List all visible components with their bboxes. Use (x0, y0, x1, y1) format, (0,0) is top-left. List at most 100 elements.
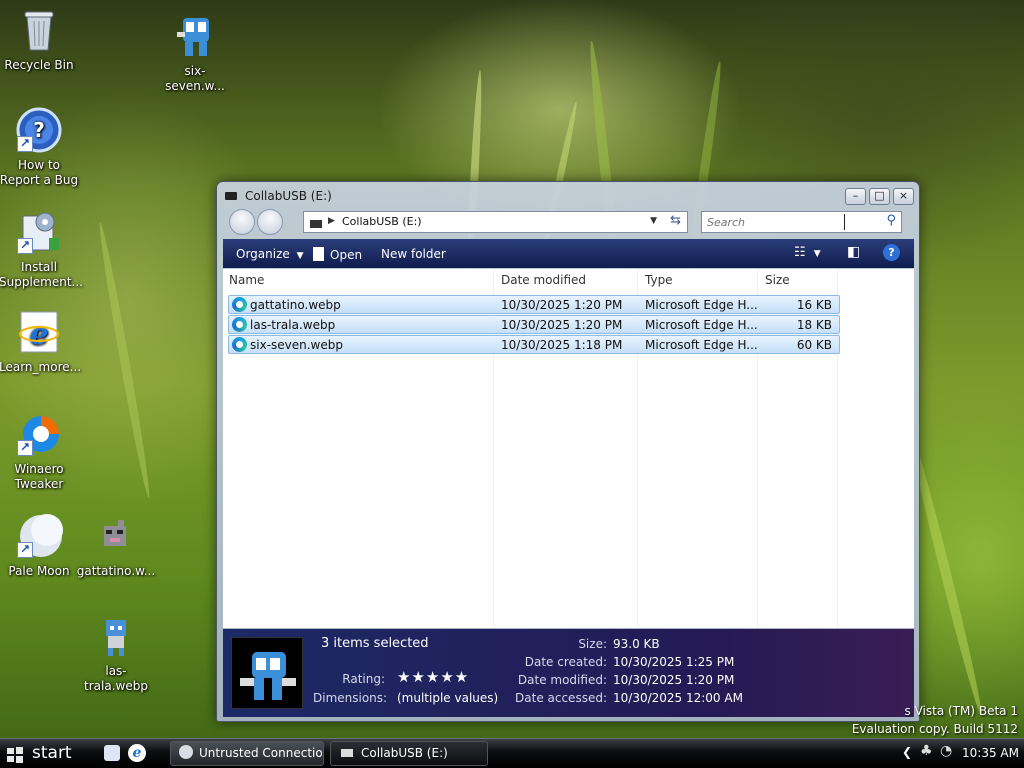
dimensions-value: (multiple values) (397, 691, 499, 705)
drive-icon (310, 220, 322, 228)
open-button[interactable]: Open (313, 247, 362, 262)
date-created-value: 10/30/2025 1:25 PM (613, 655, 735, 669)
search-box[interactable]: ⚲ (701, 211, 902, 233)
svg-text:e: e (29, 317, 48, 352)
shortcut-arrow-icon: ↗ (17, 238, 33, 254)
desktop-icon-label: six-seven.w... (165, 64, 225, 93)
network-icon[interactable]: ♣ (920, 743, 933, 759)
desktop-icon-pale-moon[interactable]: ↗ Pale Moon (0, 512, 79, 579)
column-header-size[interactable]: Size (759, 269, 839, 291)
document-icon (313, 247, 324, 261)
desktop-icon-las-trala[interactable]: las-trala.webp (76, 612, 156, 694)
file-type: Microsoft Edge H... (645, 298, 758, 312)
rating-label: Rating: (342, 672, 385, 686)
refresh-icon[interactable]: ⇆ (670, 213, 681, 228)
image-file-icon (92, 612, 140, 660)
desktop-icon-recycle-bin[interactable]: Recycle Bin (0, 6, 79, 73)
drive-icon (341, 749, 353, 757)
desktop-icon-label: Install Supplement... (0, 260, 83, 289)
chevron-down-icon: ▼ (813, 249, 821, 259)
close-button[interactable]: × (893, 188, 914, 205)
task-label: Untrusted Connectio... (199, 746, 324, 760)
search-icon[interactable]: ⚲ (886, 213, 896, 228)
minimize-button[interactable]: – (845, 188, 866, 205)
date-accessed-value: 10/30/2025 12:00 AM (613, 691, 743, 705)
selection-count: 3 items selected (321, 636, 429, 651)
organize-button[interactable]: Organize ▼ (236, 247, 304, 261)
desktop-icon-label: Recycle Bin (4, 58, 74, 72)
file-name: six-seven.webp (250, 338, 343, 352)
file-date: 10/30/2025 1:20 PM (501, 298, 623, 312)
edge-html-icon (232, 337, 247, 352)
help-button[interactable]: ? (883, 244, 900, 261)
file-size: 18 KB (796, 318, 832, 332)
desktop-icon-winaero-tweaker[interactable]: ↗ Winaero Tweaker (0, 410, 79, 492)
back-button[interactable] (229, 209, 255, 235)
desktop-icon-install-supplement[interactable]: ↗ Install Supplement... (0, 208, 83, 290)
shortcut-arrow-icon: ↗ (17, 136, 33, 152)
desktop-icon-label: Pale Moon (8, 564, 70, 578)
open-label: Open (330, 248, 363, 262)
desktop-icon-report-bug[interactable]: ? ↗ How to Report a Bug (0, 106, 79, 188)
file-row[interactable]: six-seven.webp 10/30/2025 1:18 PM Micros… (228, 335, 840, 354)
pale-moon-icon: ↗ (15, 512, 63, 560)
build-watermark-line1: s Vista (TM) Beta 1 (904, 704, 1018, 718)
taskbar-button-untrusted-connection[interactable]: Untrusted Connectio... (170, 741, 324, 766)
views-button[interactable]: ☷ ▼ (794, 245, 821, 260)
volume-icon[interactable]: ◔ (940, 743, 952, 759)
file-date: 10/30/2025 1:20 PM (501, 318, 623, 332)
internet-explorer-quicklaunch-icon[interactable]: e (128, 744, 146, 762)
date-accessed-label: Date accessed: (515, 691, 607, 705)
file-row[interactable]: las-trala.webp 10/30/2025 1:20 PM Micros… (228, 315, 840, 334)
clock[interactable]: 10:35 AM (962, 746, 1019, 760)
show-desktop-icon[interactable] (104, 745, 120, 761)
file-type: Microsoft Edge H... (645, 338, 758, 352)
breadcrumb-arrow-icon[interactable]: ▶ (328, 216, 335, 226)
desktop-icon-label: Winaero Tweaker (14, 462, 64, 491)
help-globe-icon: ? ↗ (15, 106, 63, 154)
start-button[interactable]: start (0, 740, 88, 768)
rating-stars[interactable]: ★★★★★ (397, 668, 469, 686)
file-name: las-trala.webp (250, 318, 336, 332)
edge-html-icon (232, 317, 247, 332)
address-bar[interactable]: ▶ CollabUSB (E:) ▼ ⇆ (303, 211, 688, 233)
edge-html-icon (232, 297, 247, 312)
organize-label: Organize (236, 247, 290, 261)
date-modified-value: 10/30/2025 1:20 PM (613, 673, 735, 687)
column-header-name[interactable]: Name (223, 269, 493, 291)
file-list: Name Date modified Type Size gattatino.w… (223, 269, 914, 628)
file-row[interactable]: gattatino.webp 10/30/2025 1:20 PM Micros… (228, 295, 840, 314)
desktop-icon-gattatino[interactable]: gattatino.w... (76, 512, 156, 579)
installer-icon: ↗ (15, 208, 63, 256)
window-titlebar[interactable]: CollabUSB (E:) – □ × (217, 182, 919, 209)
build-watermark-line2: Evaluation copy. Build 5112 (851, 722, 1018, 736)
desktop-icon-label: las-trala.webp (84, 664, 148, 693)
file-name: gattatino.webp (250, 298, 341, 312)
preview-pane-button[interactable]: ◧ (847, 244, 860, 260)
desktop-icon-label: How to Report a Bug (0, 158, 79, 187)
details-pane: 3 items selected Rating: ★★★★★ Dimension… (223, 629, 914, 717)
show-hidden-icons-button[interactable]: ❮ (902, 745, 912, 759)
column-header-date-modified[interactable]: Date modified (495, 269, 637, 291)
date-modified-label: Date modified: (517, 673, 607, 687)
shortcut-arrow-icon: ↗ (17, 542, 33, 558)
start-label: start (32, 743, 72, 763)
selection-thumbnail (231, 637, 303, 709)
file-size: 16 KB (796, 298, 832, 312)
desktop-icon-learn-more[interactable]: e Learn_more... (0, 308, 81, 375)
dimensions-label: Dimensions: (313, 691, 388, 705)
forward-button[interactable] (257, 209, 283, 235)
maximize-button[interactable]: □ (869, 188, 890, 205)
column-header-type[interactable]: Type (639, 269, 757, 291)
help-icon: ? (888, 246, 895, 259)
desktop-icon-six-seven[interactable]: six-seven.w... (155, 12, 235, 94)
taskbar-button-collabusb[interactable]: CollabUSB (E:) (330, 741, 488, 766)
shortcut-arrow-icon: ↗ (17, 440, 33, 456)
taskbar: start e Untrusted Connectio... CollabUSB… (0, 738, 1024, 768)
address-path: CollabUSB (E:) (342, 215, 422, 228)
date-created-label: Date created: (524, 655, 607, 669)
command-toolbar: Organize ▼ Open New folder ☷ ▼ ◧ ? (223, 239, 914, 268)
address-dropdown-icon[interactable]: ▼ (650, 216, 657, 226)
new-folder-button[interactable]: New folder (381, 247, 446, 261)
search-input[interactable] (702, 212, 862, 232)
